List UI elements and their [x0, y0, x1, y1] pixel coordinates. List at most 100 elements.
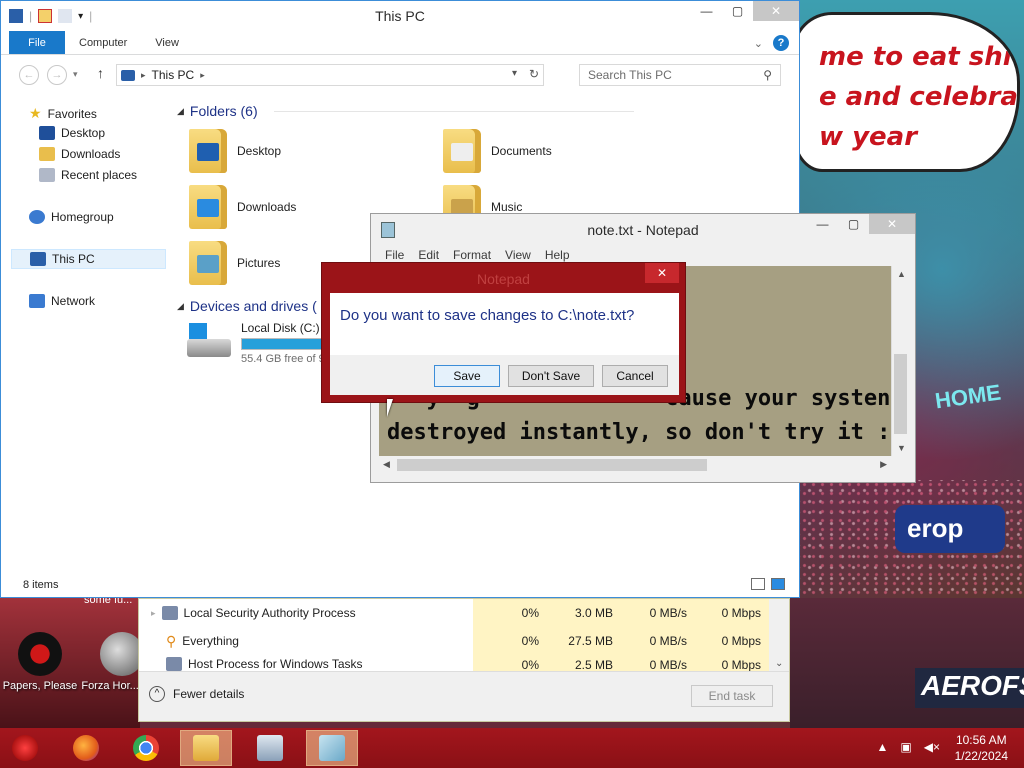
help-icon[interactable]: ?: [773, 35, 789, 51]
table-row[interactable]: ▸ Local Security Authority Process 0% 3.0…: [139, 599, 779, 627]
memory-cell: 3.0 MB: [547, 599, 621, 627]
table-row[interactable]: ⚲ Everything 0% 27.5 MB 0 MB/s 0 Mbps: [139, 627, 779, 655]
table-row[interactable]: Host Process for Windows Tasks 0% 2.5 MB…: [139, 655, 779, 671]
save-button[interactable]: Save: [434, 365, 500, 387]
collapse-icon: ◢: [177, 300, 184, 311]
window-title: This PC: [375, 8, 425, 24]
end-task-button[interactable]: End task: [691, 685, 773, 707]
scroll-left-icon[interactable]: ◀: [383, 459, 390, 470]
text-line: destroyed instantly, so don't try it :D: [387, 420, 891, 445]
scroll-thumb[interactable]: [894, 354, 907, 434]
computer-icon: [30, 252, 46, 266]
papers-please-icon: [18, 632, 62, 676]
address-bar[interactable]: ▸ This PC ▸ ▾ ↻: [116, 64, 544, 86]
nav-this-pc[interactable]: This PC: [11, 249, 166, 269]
folder-desktop[interactable]: Desktop: [189, 129, 281, 173]
memory-cell: 2.5 MB: [547, 655, 621, 671]
menu-format[interactable]: Format: [453, 248, 491, 262]
folder-pictures[interactable]: Pictures: [189, 241, 280, 285]
close-button[interactable]: ✕: [869, 214, 915, 234]
folders-header[interactable]: ◢ Folders (6): [177, 103, 634, 119]
expand-ribbon-icon[interactable]: ⌄: [754, 37, 763, 50]
dialog-body: Do you want to save changes to C:\note.t…: [330, 293, 679, 355]
window-controls: — ▢ ✕: [691, 1, 799, 21]
nav-favorites[interactable]: ★ Favorites: [29, 105, 97, 122]
recent-locations-icon[interactable]: ▾: [73, 69, 78, 80]
nav-label: Homegroup: [51, 210, 114, 224]
minimize-button[interactable]: —: [691, 1, 722, 21]
close-button[interactable]: ✕: [753, 1, 799, 21]
up-button[interactable]: ↑: [97, 65, 104, 81]
save-changes-dialog[interactable]: Notepad ✕ Do you want to save changes to…: [321, 262, 686, 403]
explorer-titlebar[interactable]: | ▾ | This PC — ▢ ✕: [1, 1, 799, 31]
expand-icon[interactable]: ▸: [151, 608, 156, 619]
scroll-thumb[interactable]: [397, 459, 707, 471]
large-icons-view-icon[interactable]: [771, 578, 785, 590]
nav-network[interactable]: Network: [29, 294, 95, 308]
system-tray: ▲ ▣ ◀×: [877, 740, 940, 754]
fewer-details-button[interactable]: ^ Fewer details: [149, 686, 244, 702]
notepad-titlebar[interactable]: note.txt - Notepad — ▢ ✕: [371, 214, 915, 244]
maximize-button[interactable]: ▢: [838, 214, 869, 234]
dont-save-button[interactable]: Don't Save: [508, 365, 594, 387]
disk-cell: 0 MB/s: [621, 627, 695, 655]
taskbar-chrome[interactable]: [120, 730, 172, 766]
scroll-down-icon[interactable]: ⌄: [775, 658, 783, 669]
maximize-button[interactable]: ▢: [722, 1, 753, 21]
tab-computer[interactable]: Computer: [65, 31, 141, 54]
process-name: Host Process for Windows Tasks: [188, 657, 363, 671]
tab-file[interactable]: File: [9, 31, 65, 54]
back-button[interactable]: ←: [19, 65, 39, 85]
recent-places-icon: [39, 168, 55, 182]
scroll-up-icon[interactable]: ▲: [897, 269, 906, 279]
show-hidden-icons-icon[interactable]: ▲: [877, 740, 889, 754]
taskbar-notepad[interactable]: [306, 730, 358, 766]
folder-label: Desktop: [237, 144, 282, 158]
dialog-close-button[interactable]: ✕: [645, 263, 679, 283]
nav-homegroup[interactable]: Homegroup: [29, 210, 114, 224]
menu-help[interactable]: Help: [545, 248, 570, 262]
speech-line-3: w year: [819, 122, 918, 152]
scroll-down-icon[interactable]: ▼: [897, 443, 906, 453]
address-row: ← → ▾ ↑ ▸ This PC ▸ ▾ ↻ Search This PC ⚲: [1, 55, 799, 93]
forward-button[interactable]: →: [47, 65, 67, 85]
horizontal-scrollbar[interactable]: ◀ ▶: [379, 456, 891, 474]
drives-header[interactable]: ◢ Devices and drives (: [177, 298, 317, 314]
vertical-scrollbar[interactable]: ⌄: [769, 599, 789, 671]
task-manager-window[interactable]: ▸ Local Security Authority Process 0% 3.0…: [138, 598, 790, 722]
menu-edit[interactable]: Edit: [418, 248, 439, 262]
cancel-button[interactable]: Cancel: [602, 365, 668, 387]
minimize-button[interactable]: —: [807, 214, 838, 234]
menu-file[interactable]: File: [385, 248, 404, 262]
folder-documents[interactable]: Documents: [443, 129, 552, 173]
tab-view[interactable]: View: [141, 31, 193, 54]
nav-downloads[interactable]: Downloads: [39, 147, 120, 161]
address-dropdown-icon[interactable]: ▾: [512, 68, 517, 79]
address-text: This PC: [151, 68, 195, 82]
volume-muted-icon[interactable]: ◀×: [924, 740, 940, 754]
folder-downloads[interactable]: Downloads: [189, 185, 296, 229]
dialog-title: Notepad: [477, 271, 530, 287]
search-input[interactable]: Search This PC ⚲: [579, 64, 781, 86]
taskbar-firefox[interactable]: [60, 730, 112, 766]
taskbar-task-manager[interactable]: [244, 730, 296, 766]
process-name: Everything: [182, 634, 239, 648]
nav-desktop[interactable]: Desktop: [39, 126, 105, 140]
scroll-right-icon[interactable]: ▶: [880, 459, 887, 470]
vertical-scrollbar[interactable]: ▲ ▼: [891, 266, 909, 456]
nav-recent-places[interactable]: Recent places: [39, 168, 137, 182]
refresh-icon[interactable]: ↻: [529, 67, 539, 81]
homegroup-icon: [29, 210, 45, 224]
menu-view[interactable]: View: [505, 248, 531, 262]
downloads-icon: [39, 147, 55, 161]
task-manager-icon: [257, 735, 283, 761]
task-manager-footer: ^ Fewer details End task: [139, 671, 789, 721]
taskbar-file-explorer[interactable]: [180, 730, 232, 766]
start-button[interactable]: [0, 730, 50, 766]
network-icon[interactable]: ▣: [900, 740, 911, 754]
computer-icon: [121, 69, 135, 81]
taskbar-clock[interactable]: 10:56 AM 1/22/2024: [955, 732, 1008, 764]
network-cell: 0 Mbps: [695, 627, 769, 655]
dialog-titlebar[interactable]: Notepad ✕: [322, 263, 685, 293]
details-view-icon[interactable]: [751, 578, 765, 590]
